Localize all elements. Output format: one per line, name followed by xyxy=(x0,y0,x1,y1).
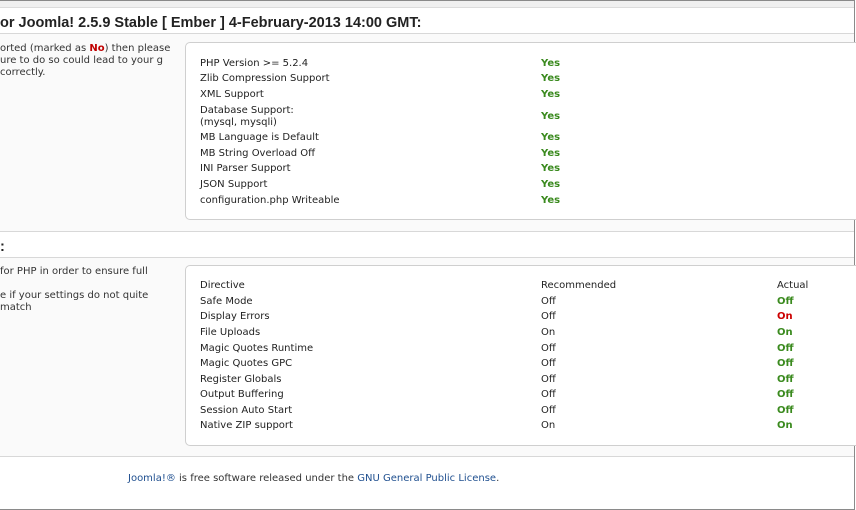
actual-value: Off xyxy=(777,296,794,307)
actual-value: Off xyxy=(777,389,794,400)
recommended-value: Off xyxy=(541,296,556,307)
recommended-section-label: : xyxy=(0,239,5,255)
directive-name: Magic Quotes GPC xyxy=(200,358,293,369)
check-status: Yes xyxy=(541,89,561,100)
check-label: JSON Support xyxy=(200,179,268,190)
directive-name: Native ZIP support xyxy=(200,420,293,431)
directive-name: Output Buffering xyxy=(200,389,284,400)
preinstall-intro: orted (marked as No) then please ure to … xyxy=(0,43,178,79)
recommended-value: Off xyxy=(541,389,556,400)
recommended-value: Off xyxy=(541,405,556,416)
page-title: or Joomla! 2.5.9 Stable [ Ember ] 4-Febr… xyxy=(0,15,422,31)
recommended-value: Off xyxy=(541,343,556,354)
window-top-bar xyxy=(0,1,854,8)
directive-name: Magic Quotes Runtime xyxy=(200,343,314,354)
intro-text-before: orted (marked as xyxy=(0,43,90,54)
check-label: Database Support: xyxy=(200,105,294,116)
check-label: PHP Version >= 5.2.4 xyxy=(200,58,309,69)
directive-name: Display Errors xyxy=(200,311,270,322)
check-label: Zlib Compression Support xyxy=(200,73,330,84)
footer-period: . xyxy=(496,473,500,484)
check-status: Yes xyxy=(541,148,561,159)
actual-value: Off xyxy=(777,405,794,416)
recommended-value: Off xyxy=(541,311,556,322)
check-status: Yes xyxy=(541,111,561,122)
check-label: INI Parser Support xyxy=(200,163,291,174)
directive-name: Session Auto Start xyxy=(200,405,293,416)
installer-window: or Joomla! 2.5.9 Stable [ Ember ] 4-Febr… xyxy=(0,0,856,510)
preinstall-panel: PHP Version >= 5.2.4 Yes Zlib Compressio… xyxy=(185,42,856,220)
footer: Joomla!® is free software released under… xyxy=(128,473,499,484)
recommended-settings-panel: Directive Recommended Actual Safe Mode O… xyxy=(185,265,856,446)
footer-text: is free software released under the xyxy=(175,473,358,484)
recommended-value: On xyxy=(541,420,556,431)
actual-value: Off xyxy=(777,358,794,369)
check-label: MB String Overload Off xyxy=(200,148,316,159)
check-status: Yes xyxy=(541,163,561,174)
actual-value: On xyxy=(777,420,793,431)
recommended-value: Off xyxy=(541,358,556,369)
directive-name: File Uploads xyxy=(200,327,261,338)
col-header-directive: Directive xyxy=(200,280,245,291)
joomla-link[interactable]: Joomla!® xyxy=(128,473,176,484)
check-label: configuration.php Writeable xyxy=(200,195,340,206)
check-status: Yes xyxy=(541,195,561,206)
divider xyxy=(0,231,854,232)
col-header-actual: Actual xyxy=(777,280,809,291)
intro-no-marker: No xyxy=(89,43,105,54)
recommended-value: Off xyxy=(541,374,556,385)
recommended-intro-line2: e if your settings do not quite match xyxy=(0,290,149,313)
check-status: Yes xyxy=(541,58,561,69)
check-status: Yes xyxy=(541,132,561,143)
col-header-recommended: Recommended xyxy=(541,280,617,291)
actual-value: Off xyxy=(777,374,794,385)
directive-name: Safe Mode xyxy=(200,296,253,307)
check-label: MB Language is Default xyxy=(200,132,319,143)
actual-value: Off xyxy=(777,343,794,354)
actual-value: On xyxy=(777,327,793,338)
check-label-detail: (mysql, mysqli) xyxy=(200,117,277,128)
recommended-intro-line1: for PHP in order to ensure full xyxy=(0,266,148,277)
recommended-value: On xyxy=(541,327,556,338)
directive-name: Register Globals xyxy=(200,374,282,385)
check-status: Yes xyxy=(541,73,561,84)
divider xyxy=(0,456,854,457)
actual-value: On xyxy=(777,311,793,322)
check-status: Yes xyxy=(541,179,561,190)
check-label: XML Support xyxy=(200,89,264,100)
gpl-license-link[interactable]: GNU General Public License xyxy=(357,473,496,484)
